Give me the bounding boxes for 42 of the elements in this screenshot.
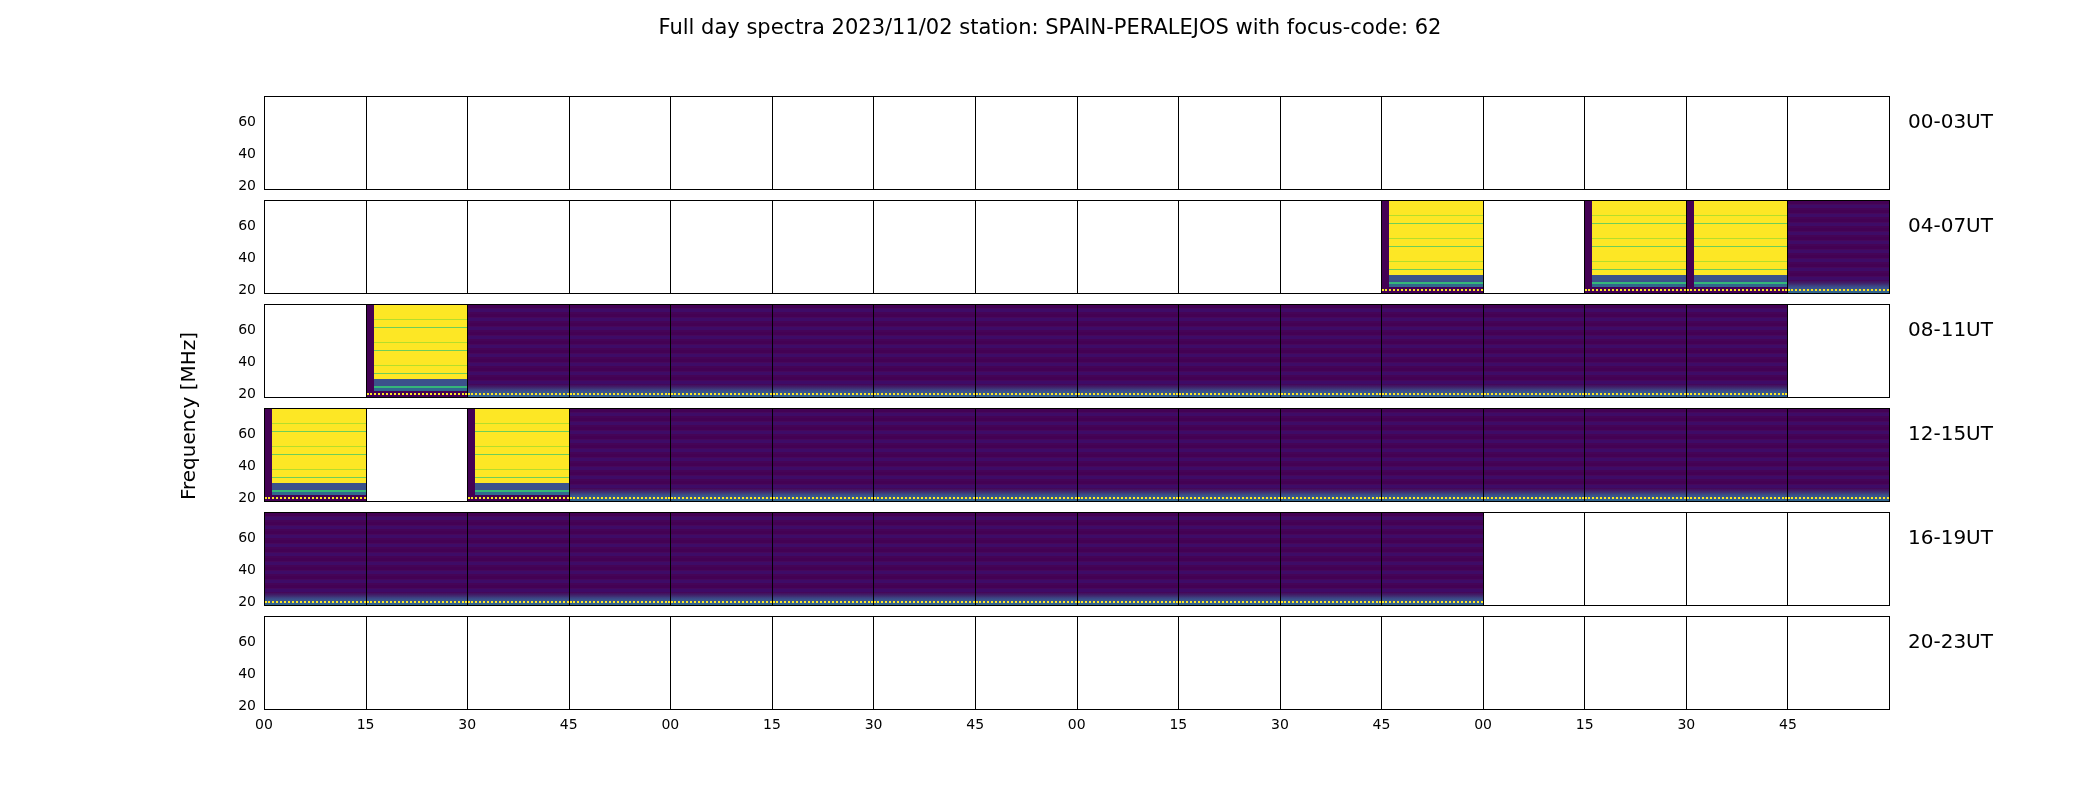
time-range-label: 12-15UT	[1907, 420, 1994, 447]
axis-tick-label: 45	[966, 715, 985, 734]
axis-tick-label: 40	[238, 562, 256, 577]
time-range-label: 16-19UT	[1907, 524, 1994, 551]
axis-tick-label: 00	[661, 715, 680, 734]
axis-tick-label: 40	[238, 458, 256, 473]
axis-tick-label: 00	[255, 715, 273, 734]
axis-tick-label: 20	[238, 594, 256, 609]
axis-tick-label: 15	[356, 715, 375, 734]
axis-tick-label: 45	[1372, 715, 1391, 734]
time-range-label: 08-11UT	[1907, 316, 1994, 343]
axis-tick-label: 20	[238, 698, 256, 713]
axis-tick-label: 00	[1474, 715, 1493, 734]
axis-tick-label: 20	[238, 282, 256, 297]
time-range-label: 04-07UT	[1907, 212, 1994, 239]
chart-title: Full day spectra 2023/11/02 station: SPAIN-PERALEJOS with focus-code: 62	[657, 14, 1443, 41]
axis-title: Frequency [MHz]	[175, 331, 201, 500]
axis-tick-label: 45	[1779, 715, 1797, 734]
axis-tick-label: 30	[458, 715, 477, 734]
axis-tick-label: 20	[238, 386, 256, 401]
axis-tick-label: 40	[238, 250, 256, 265]
axis-tick-label: 60	[238, 218, 256, 233]
axis-tick-label: 15	[763, 715, 781, 734]
axis-tick-label: 30	[864, 715, 883, 734]
axis-tick-label: 00	[1067, 715, 1086, 734]
axis-tick-label: 15	[1169, 715, 1188, 734]
axis-tick-label: 30	[1271, 715, 1289, 734]
time-range-label: 20-23UT	[1907, 628, 1994, 655]
axis-tick-label: 45	[559, 715, 578, 734]
axis-tick-label: 40	[238, 666, 256, 681]
axis-tick-label: 60	[238, 322, 256, 337]
axis-tick-label: 60	[238, 634, 256, 649]
axis-tick-label: 15	[1575, 715, 1594, 734]
axis-tick-label: 60	[238, 114, 256, 129]
axis-tick-label: 60	[238, 530, 256, 545]
axis-tick-label: 40	[238, 146, 256, 161]
axis-tick-label: 20	[238, 490, 256, 505]
axis-tick-label: 20	[238, 178, 256, 193]
axis-tick-label: 40	[238, 354, 256, 369]
time-range-label: 00-03UT	[1907, 108, 1994, 135]
axis-tick-label: 60	[238, 426, 256, 441]
axis-tick-label: 30	[1677, 715, 1696, 734]
